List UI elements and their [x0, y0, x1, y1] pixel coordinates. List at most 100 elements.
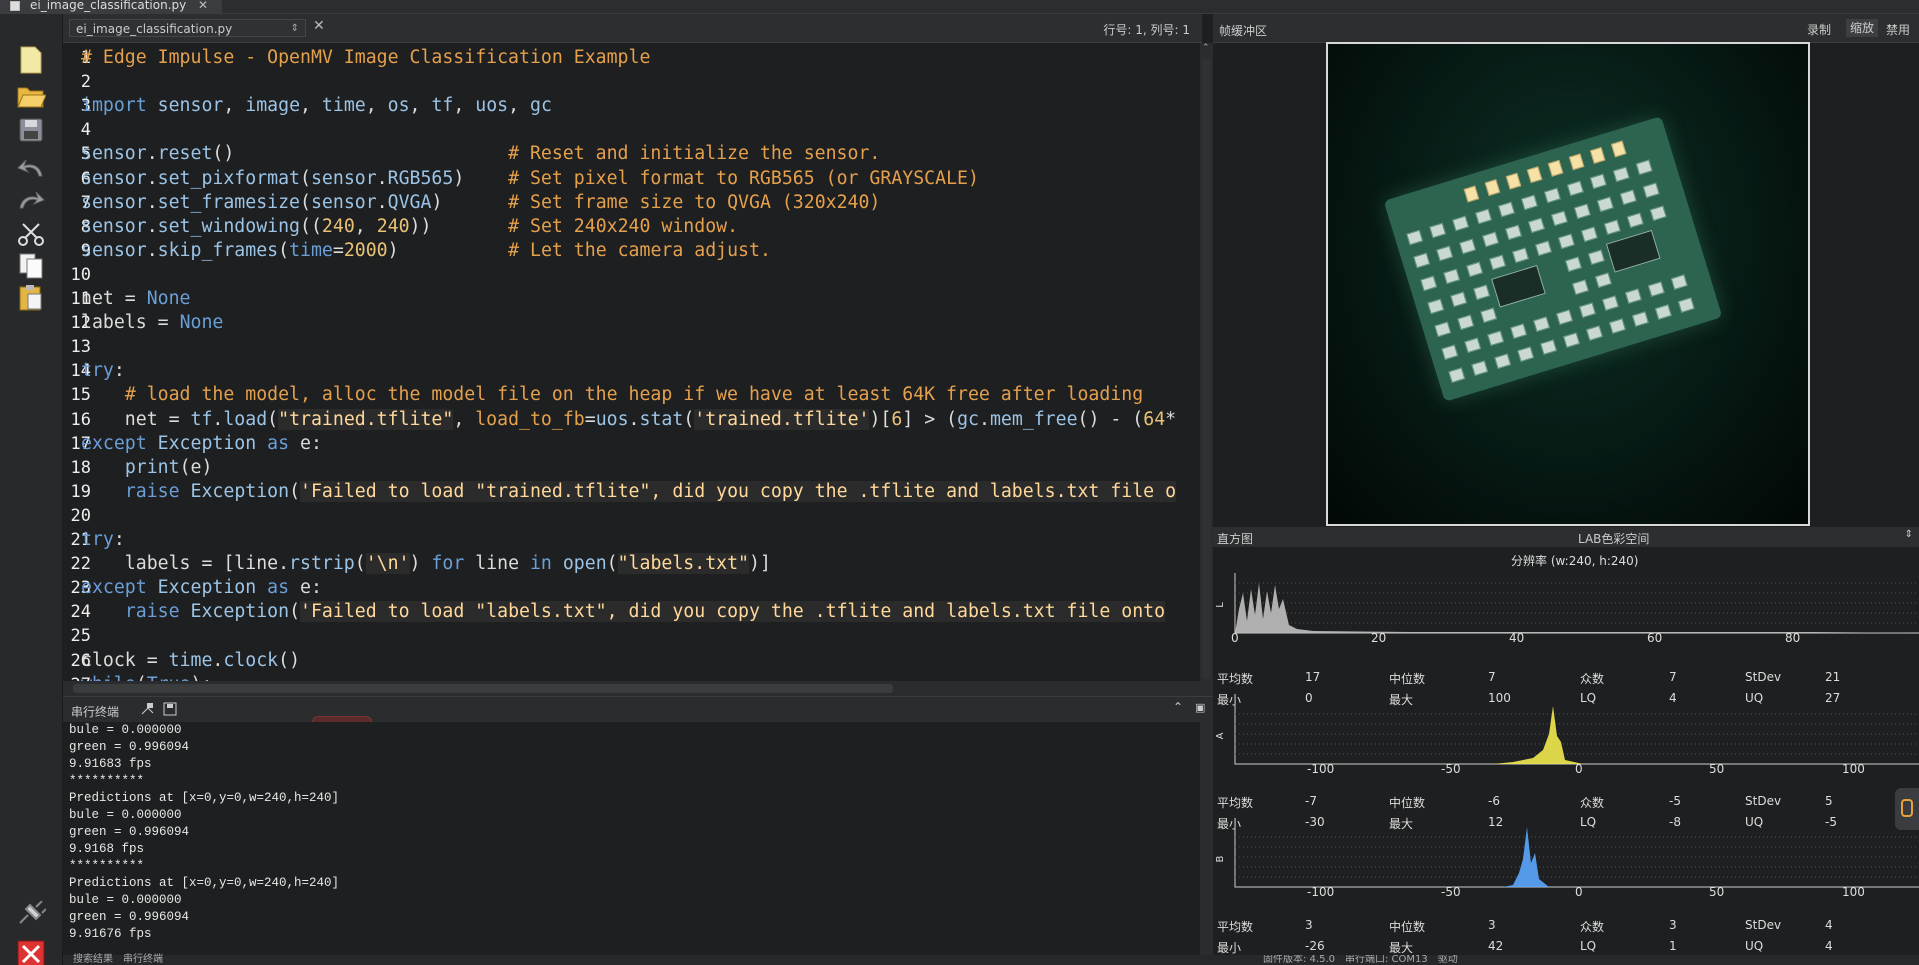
editor-hscroll-thumb[interactable]	[73, 684, 893, 693]
pcb-component	[1452, 215, 1470, 232]
record-button[interactable]: 录制	[1807, 21, 1831, 38]
code-token: )	[453, 167, 509, 189]
python-file-icon	[10, 1, 20, 11]
code-token: import	[81, 95, 158, 117]
pcb-component	[1487, 330, 1505, 347]
histogram-plot: L	[1215, 573, 1919, 634]
histogram-channel-label: A	[1215, 732, 1226, 739]
pcb-component	[1670, 274, 1688, 290]
code-line: sensor.set_windowing((240, 240)) # Set 2…	[81, 215, 738, 239]
pcb-component	[1413, 252, 1431, 269]
code-editor[interactable]: 1 # Edge Impulse - OpenMV Image Classific…	[63, 43, 1200, 681]
disable-button[interactable]: 禁用	[1886, 21, 1910, 38]
editor-vertical-scrollbar[interactable]: ⌃	[1200, 43, 1213, 681]
stat-label: StDev	[1745, 670, 1782, 684]
colorspace-select[interactable]: LAB色彩空间	[1578, 530, 1649, 547]
code-token: sensor	[81, 215, 147, 237]
code-token: (	[278, 239, 290, 261]
connect-button[interactable]	[15, 898, 47, 930]
histogram-tick-label: 0	[1575, 762, 1583, 776]
new-file-button[interactable]	[15, 44, 47, 76]
side-handle[interactable]	[1895, 788, 1919, 830]
pcb-component	[1677, 297, 1695, 313]
code-token: 240	[321, 215, 355, 237]
terminal-line: Predictions at [x=0,y=0,w=240,h=240]	[69, 876, 340, 890]
save-terminal-icon[interactable]	[163, 702, 177, 719]
close-tab-icon[interactable]: ✕	[198, 0, 208, 11]
code-line: raise Exception('Failed to load "trained…	[81, 480, 1177, 504]
bottom-tab[interactable]: 串行终端	[123, 954, 163, 965]
terminal-line: bule = 0.000000	[69, 808, 182, 822]
pcb-component	[1512, 247, 1529, 264]
bottom-tab[interactable]: 搜索结果	[73, 954, 113, 965]
updown-arrow-icon[interactable]: ⇕	[1905, 529, 1913, 540]
pcb-component	[1427, 298, 1445, 315]
code-token: raise	[124, 480, 191, 502]
code-token: ,	[354, 215, 377, 237]
editor-horizontal-scrollbar[interactable]	[63, 681, 1213, 696]
paste-button[interactable]	[15, 282, 47, 314]
close-file-icon[interactable]: ✕	[313, 18, 325, 34]
zoom-button[interactable]: 缩放	[1846, 19, 1879, 37]
stop-button[interactable]	[15, 938, 47, 965]
terminal-scrollbar[interactable]	[1200, 722, 1213, 955]
open-file-button[interactable]	[15, 80, 47, 112]
code-token: *	[1165, 408, 1177, 430]
code-token: None	[179, 312, 224, 334]
file-selector[interactable]: ei_image_classification.py ⇕	[69, 19, 306, 37]
status-area: 固件版本: 4.5.0 串行端口: COM13 驱动	[1253, 955, 1458, 965]
save-icon	[19, 118, 43, 142]
left-toolbar	[0, 14, 63, 965]
stat-label: StDev	[1745, 918, 1782, 932]
line-number: 25	[70, 626, 91, 647]
led-component	[1589, 146, 1606, 164]
code-token: clock =	[81, 649, 169, 671]
code-token: image	[245, 95, 301, 117]
code-token: (	[289, 601, 301, 623]
serial-terminal-output[interactable]: bule = 0.000000 green = 0.996094 9.91683 f…	[63, 722, 1200, 955]
copy-icon	[19, 253, 43, 279]
undo-button[interactable]	[15, 152, 47, 184]
terminal-line: green = 0.996094	[69, 740, 190, 754]
terminal-line: 9.9168 fps	[69, 842, 145, 856]
code-line: while(True):	[81, 673, 212, 681]
copy-button[interactable]	[15, 250, 47, 282]
code-token: as	[256, 432, 301, 454]
code-line: net = tf.load("trained.tflite", load_to_…	[81, 408, 1176, 432]
stat-label: StDev	[1745, 794, 1782, 808]
stat-value: 42	[1488, 939, 1504, 953]
code-line: sensor.set_pixformat(sensor.RGB565) # Se…	[81, 167, 979, 191]
float-terminal-icon[interactable]: ▣	[1195, 701, 1205, 714]
pcb-component	[1540, 339, 1558, 355]
led-component	[1484, 179, 1501, 197]
code-token: try	[81, 529, 114, 550]
code-token: 'Failed to load "labels.txt", did you co…	[300, 601, 1166, 623]
pcb-component	[1647, 281, 1665, 297]
clear-terminal-icon[interactable]	[141, 702, 155, 719]
document-tab[interactable]: ei_image_classification.py ✕	[0, 0, 222, 14]
code-token: (	[267, 408, 279, 430]
code-token: )	[431, 191, 509, 213]
code-token: .	[978, 408, 990, 430]
code-token: ,	[223, 95, 246, 117]
stat-label: 中位数	[1389, 672, 1426, 686]
editor-scroll-thumb[interactable]	[1202, 59, 1211, 679]
stat-label: 中位数	[1389, 920, 1426, 934]
code-token: (e)	[179, 456, 213, 478]
cut-button[interactable]	[15, 218, 47, 250]
redo-button[interactable]	[15, 184, 47, 216]
code-token: gc	[530, 95, 552, 117]
save-button[interactable]	[15, 114, 47, 146]
pcb-component	[1533, 316, 1551, 332]
stat-value: 1	[1669, 939, 1677, 953]
pcb-component	[1464, 337, 1482, 354]
histogram-tick-label: 100	[1842, 885, 1865, 899]
code-token: sensor	[81, 143, 147, 165]
code-token: # load the model, alloc the model file o…	[124, 384, 1144, 406]
code-token: ):	[191, 674, 213, 681]
resolution-label: 分辨率 (w:240, h:240)	[1511, 554, 1639, 568]
stat-value: 17	[1305, 670, 1321, 684]
collapse-terminal-icon[interactable]: ⌃	[1173, 700, 1183, 714]
camera-framebuffer-image	[1326, 42, 1810, 526]
